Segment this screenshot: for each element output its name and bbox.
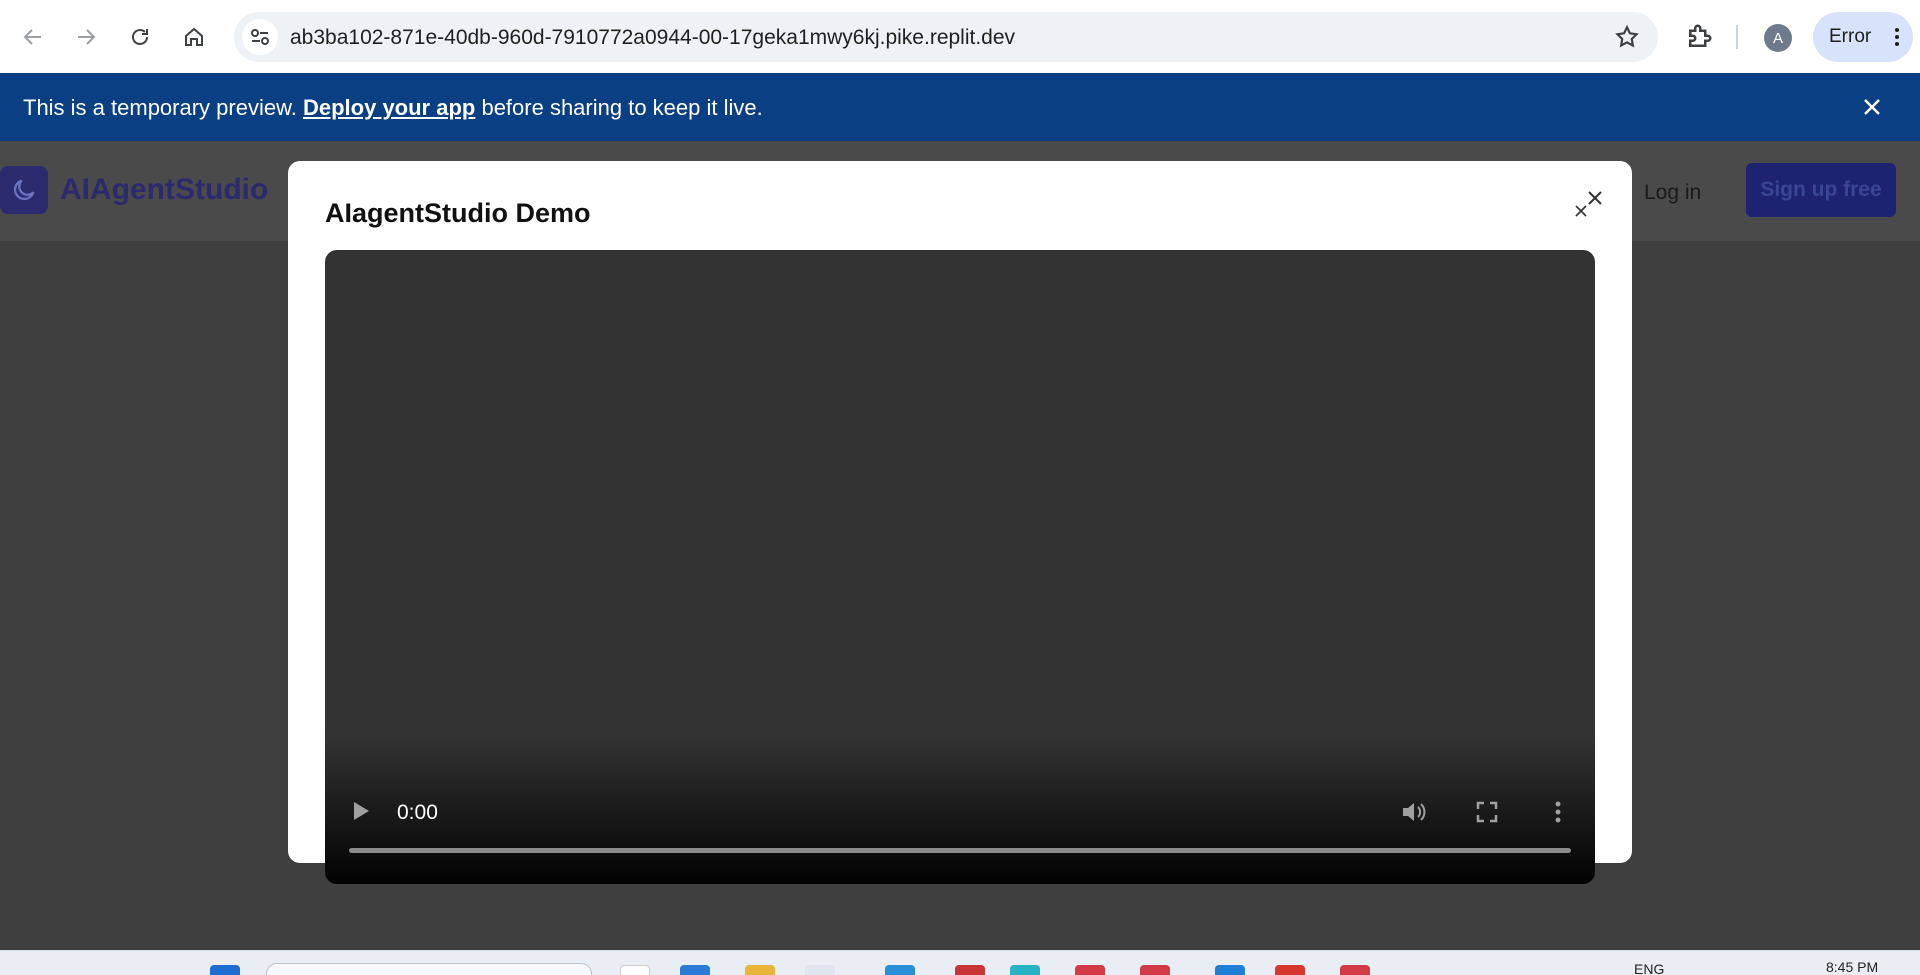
taskbar-app-8[interactable] <box>1075 965 1105 975</box>
taskbar-app-9[interactable] <box>1140 965 1170 975</box>
os-taskbar: ENG 8:45 PM <box>0 950 1920 975</box>
arrow-right-icon <box>78 29 96 45</box>
signup-button[interactable]: Sign up free <box>1746 163 1896 217</box>
volume-icon[interactable] <box>1401 800 1427 824</box>
url-text[interactable]: ab3ba102-871e-40db-960d-7910772a0944-00-… <box>290 26 1015 50</box>
modal-close-secondary-icon[interactable] <box>1571 201 1591 221</box>
taskbar-app-10[interactable] <box>1215 965 1245 975</box>
taskbar-app-4[interactable] <box>805 965 835 975</box>
taskbar-app-6[interactable] <box>955 965 985 975</box>
profile-avatar[interactable]: A <box>1764 24 1792 52</box>
modal-title: AIagentStudio Demo <box>325 198 591 228</box>
site-info-button[interactable] <box>242 19 278 55</box>
tune-icon <box>251 29 269 45</box>
reload-icon <box>132 29 148 45</box>
taskbar-app-5[interactable] <box>885 965 915 975</box>
video-progress-bar[interactable] <box>349 848 1571 853</box>
bookmark-star-icon[interactable] <box>1614 24 1640 50</box>
browser-toolbar: ab3ba102-871e-40db-960d-7910772a0944-00-… <box>0 0 1920 73</box>
taskbar-app-3[interactable] <box>745 965 775 975</box>
clock[interactable]: 8:45 PM <box>1826 959 1878 975</box>
taskbar-app-11[interactable] <box>1275 965 1305 975</box>
kebab-menu-icon <box>1895 28 1899 46</box>
taskbar-app-1[interactable] <box>620 965 650 975</box>
arrow-left-icon <box>23 29 41 45</box>
taskbar-app-2[interactable] <box>680 965 710 975</box>
fullscreen-icon[interactable] <box>1476 801 1498 823</box>
login-link[interactable]: Log in <box>1644 181 1701 205</box>
toolbar-divider <box>1736 25 1738 49</box>
home-button[interactable] <box>176 19 212 55</box>
taskbar-app-12[interactable] <box>1340 965 1370 975</box>
banner-text-after: before sharing to keep it live. <box>475 95 763 120</box>
more-options-icon[interactable] <box>1555 800 1561 824</box>
home-icon <box>185 27 203 46</box>
deploy-link[interactable]: Deploy your app <box>303 95 475 120</box>
video-player[interactable]: 0:00 <box>325 250 1595 884</box>
forward-button[interactable] <box>68 19 104 55</box>
preview-banner: This is a temporary preview. Deploy your… <box>0 73 1920 141</box>
start-button[interactable] <box>210 965 240 975</box>
reload-button[interactable] <box>122 19 158 55</box>
back-button[interactable] <box>15 19 51 55</box>
address-bar[interactable]: ab3ba102-871e-40db-960d-7910772a0944-00-… <box>234 12 1658 62</box>
close-icon[interactable] <box>1860 95 1884 119</box>
play-icon[interactable] <box>351 800 371 822</box>
browser-status-chip[interactable]: Error <box>1813 12 1913 62</box>
extensions-puzzle-icon[interactable] <box>1684 22 1714 52</box>
taskbar-app-7[interactable] <box>1010 965 1040 975</box>
app-name[interactable]: AIAgentStudio <box>60 173 268 207</box>
app-logo-icon <box>0 166 48 214</box>
banner-message: This is a temporary preview. Deploy your… <box>23 95 763 121</box>
input-language[interactable]: ENG <box>1634 961 1664 975</box>
banner-text-before: This is a temporary preview. <box>23 95 303 120</box>
status-chip-label: Error <box>1829 26 1872 47</box>
video-time: 0:00 <box>397 801 438 824</box>
taskbar-search[interactable] <box>266 963 592 975</box>
